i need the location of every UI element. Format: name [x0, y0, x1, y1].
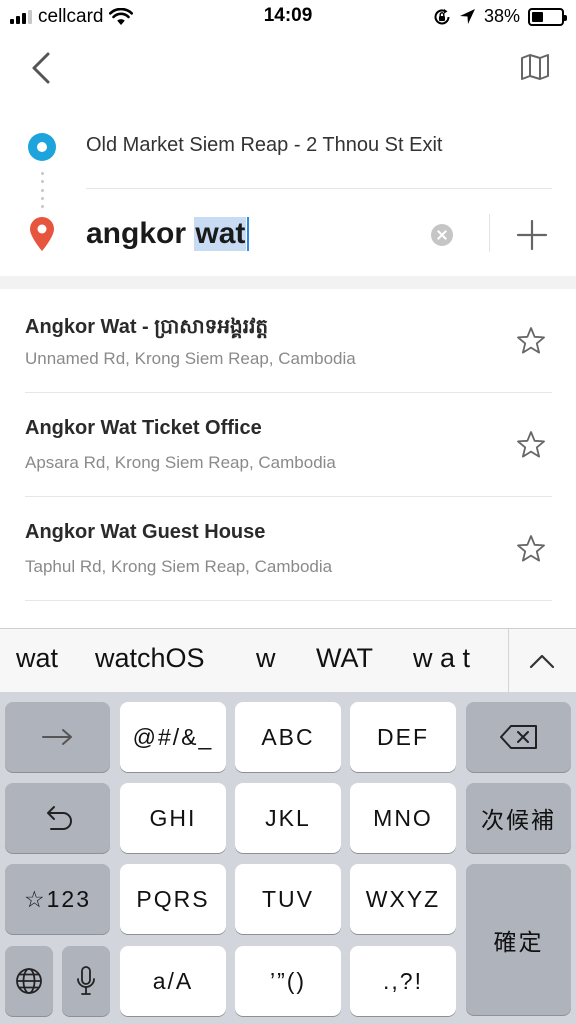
delete-key[interactable]: [466, 702, 571, 772]
search-results-list: Angkor Wat - ប្រាសាទអង្គរវត្ត Unnamed Rd…: [0, 289, 576, 629]
pqrs-key[interactable]: PQRS: [120, 864, 226, 934]
jkl-key[interactable]: JKL: [235, 783, 341, 853]
input-divider: [489, 214, 490, 252]
arrow-right-icon: [41, 729, 72, 745]
chevron-up-icon: [529, 654, 555, 669]
case-toggle-key[interactable]: a/A: [120, 946, 226, 1016]
next-candidate-key[interactable]: 次候補: [466, 783, 571, 853]
candidate-word[interactable]: wat: [16, 643, 58, 674]
candidate-word[interactable]: w a t: [413, 643, 470, 674]
candidate-word[interactable]: WAT: [316, 643, 373, 674]
abc-key[interactable]: ABC: [235, 702, 341, 772]
route-divider: [86, 188, 552, 189]
mno-key[interactable]: MNO: [350, 783, 456, 853]
expand-candidates-button[interactable]: [526, 647, 558, 675]
result-address: Apsara Rd, Krong Siem Reap, Cambodia: [25, 453, 336, 472]
candidate-bar: wat watchOS w WAT w a t: [0, 628, 576, 693]
status-right: 38%: [433, 6, 567, 27]
candidate-word[interactable]: w: [256, 643, 276, 674]
result-address: Unnamed Rd, Krong Siem Reap, Cambodia: [25, 349, 356, 368]
destination-pin-icon: [30, 217, 54, 251]
battery-percent: 38%: [483, 6, 520, 26]
undo-icon: [46, 806, 72, 830]
list-item[interactable]: Angkor Wat Guest House Taphul Rd, Krong …: [0, 497, 576, 601]
undo-key[interactable]: [5, 783, 110, 853]
def-key[interactable]: DEF: [350, 702, 456, 772]
confirm-key[interactable]: 確定: [466, 864, 571, 1015]
globe-icon: [16, 968, 42, 994]
star-icon[interactable]: [515, 325, 547, 357]
backspace-icon: [499, 725, 537, 749]
quotes-key[interactable]: ’”(): [235, 946, 341, 1016]
wxyz-key[interactable]: WXYZ: [350, 864, 456, 934]
text-caret: [247, 217, 250, 251]
dictation-key[interactable]: [62, 946, 110, 1016]
result-title: Angkor Wat - ប្រាសាទអង្គរវត្ត: [25, 316, 269, 338]
destination-typed-text: angkor: [86, 217, 195, 250]
microphone-icon: [77, 966, 95, 995]
map-icon: [521, 54, 549, 80]
chevron-left-icon: [32, 52, 50, 84]
list-item[interactable]: Angkor Wat Ticket Office Apsara Rd, Kron…: [0, 393, 576, 497]
status-bar: cellcard 14:09 38%: [0, 0, 576, 34]
clear-input-button[interactable]: [431, 224, 453, 246]
row-divider: [25, 600, 552, 601]
origin-marker-icon: [28, 133, 56, 161]
section-separator: [0, 276, 576, 289]
orientation-lock-icon: [434, 8, 450, 24]
globe-key[interactable]: [5, 946, 53, 1016]
keyboard: wat watchOS w WAT w a t @#/&_ ABC DEF GH…: [0, 628, 576, 1024]
back-button[interactable]: [26, 50, 60, 86]
destination-selected-text: wat: [194, 217, 247, 251]
numbers-mode-key[interactable]: ☆123: [5, 864, 110, 934]
candidate-word[interactable]: watchOS: [95, 643, 205, 674]
candidate-separator: [508, 629, 509, 693]
punctuation-2-key[interactable]: .,?!: [350, 946, 456, 1016]
battery-fill: [532, 11, 543, 22]
result-title: Angkor Wat Guest House: [25, 521, 266, 543]
star-icon[interactable]: [515, 533, 547, 565]
punctuation-key[interactable]: @#/&_: [120, 702, 226, 772]
destination-input[interactable]: angkor wat: [86, 212, 416, 256]
route-connector: [41, 172, 44, 208]
battery-icon: [528, 7, 567, 26]
plus-icon: [516, 219, 548, 251]
result-title: Angkor Wat Ticket Office: [25, 417, 262, 439]
result-address: Taphul Rd, Krong Siem Reap, Cambodia: [25, 557, 333, 576]
map-button[interactable]: [520, 52, 550, 82]
location-arrow-icon: [459, 9, 475, 24]
origin-field[interactable]: Old Market Siem Reap - 2 Thnou St Exit: [86, 134, 442, 157]
star-icon[interactable]: [515, 429, 547, 461]
cursor-forward-key[interactable]: [5, 702, 110, 772]
list-item[interactable]: Angkor Wat - ប្រាសាទអង្គរវត្ត Unnamed Rd…: [0, 289, 576, 393]
ghi-key[interactable]: GHI: [120, 783, 226, 853]
add-stop-button[interactable]: [516, 219, 548, 251]
tuv-key[interactable]: TUV: [235, 864, 341, 934]
